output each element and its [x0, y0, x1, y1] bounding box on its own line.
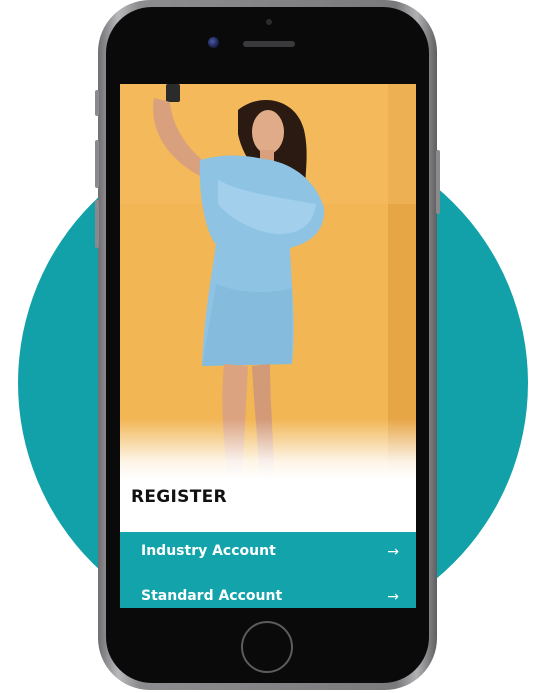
earpiece-speaker [243, 41, 295, 47]
volume-up-button [95, 140, 99, 188]
app-preview: REGISTER Industry Account → Standard Acc… [0, 0, 547, 693]
photo-fade-overlay [120, 419, 416, 479]
phone-screen: REGISTER Industry Account → Standard Acc… [120, 84, 416, 608]
industry-account-button[interactable]: Industry Account → [120, 532, 416, 572]
power-button [436, 150, 440, 214]
account-type-list: Industry Account → Standard Account → [120, 532, 416, 608]
register-heading: REGISTER [131, 487, 227, 507]
arrow-right-icon: → [387, 544, 399, 560]
arrow-right-icon: → [387, 589, 399, 605]
volume-down-button [95, 200, 99, 248]
proximity-sensor [266, 19, 272, 25]
hero-image [120, 84, 416, 479]
standard-account-button[interactable]: Standard Account → [120, 577, 416, 608]
home-button[interactable] [241, 621, 293, 673]
mute-switch [95, 90, 99, 116]
standard-account-label: Standard Account [141, 588, 283, 604]
front-camera-icon [208, 37, 219, 48]
industry-account-label: Industry Account [141, 543, 276, 559]
